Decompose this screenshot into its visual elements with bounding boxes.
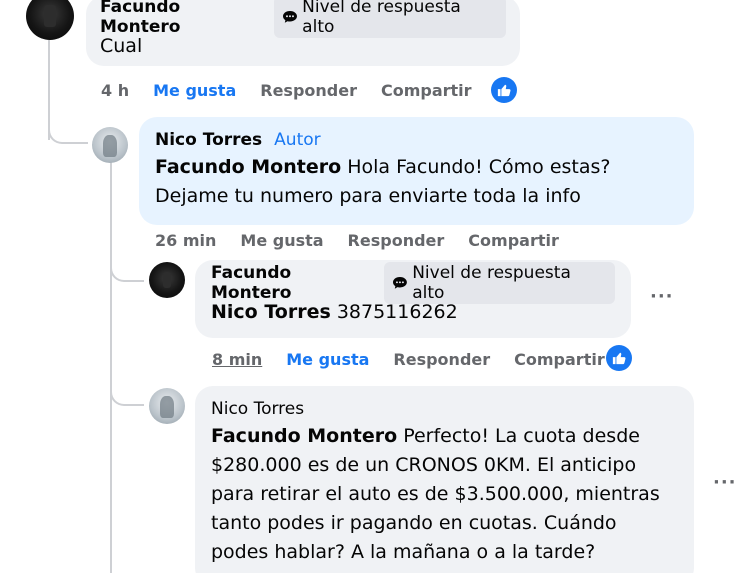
text-line: podes hablar? A la mañana o a la tarde?	[211, 541, 596, 563]
chat-bubble-icon	[393, 277, 408, 289]
comment-author[interactable]: Facundo Montero	[211, 263, 376, 303]
comment-author[interactable]: Nico Torres	[211, 399, 304, 419]
thread-curve-3	[110, 384, 144, 406]
comment-bubble-2: Nico Torres Autor Facundo Montero Hola F…	[139, 117, 694, 225]
like-button[interactable]: Me gusta	[240, 231, 323, 250]
thumbs-up-icon[interactable]	[606, 345, 632, 371]
avatar-nico[interactable]	[92, 127, 128, 163]
mention-link[interactable]: Facundo Montero	[211, 425, 397, 447]
text-line: para retirar el auto es de $3.500.000, m…	[211, 483, 660, 505]
response-badge: Nivel de respuesta alto	[274, 0, 506, 38]
thread-curve-2	[110, 260, 144, 282]
share-button[interactable]: Compartir	[381, 81, 472, 100]
reply-button[interactable]: Responder	[260, 81, 357, 100]
comment-text: Facundo Montero Hola Facundo! Cómo estas…	[155, 153, 678, 182]
comment-actions-2: 26 min Me gusta Responder Compartir	[155, 231, 583, 250]
like-button[interactable]: Me gusta	[286, 350, 369, 369]
chat-bubble-icon	[283, 11, 298, 23]
reply-button[interactable]: Responder	[348, 231, 445, 250]
comment-bubble-3: Facundo Montero Nivel de respuesta alto …	[195, 260, 631, 338]
text-line: Dejame tu numero para enviarte toda la i…	[155, 185, 581, 207]
author-tag: Autor	[274, 130, 321, 150]
thread-curve-1	[48, 118, 88, 144]
avatar-facundo[interactable]	[149, 262, 185, 298]
more-options-icon[interactable]: ···	[650, 286, 674, 307]
comment-time[interactable]: 26 min	[155, 231, 216, 250]
comment-text: Facundo Montero Perfecto! La cuota desde	[211, 422, 678, 451]
share-button[interactable]: Compartir	[468, 231, 559, 250]
comment-author[interactable]: Nico Torres	[155, 130, 262, 150]
avatar-facundo[interactable]	[26, 0, 74, 40]
comment-time[interactable]: 4 h	[101, 81, 129, 100]
comment-bubble-4: Nico Torres Facundo Montero Perfecto! La…	[195, 386, 694, 573]
text-line: tanto podes ir pagando en cuotas. Cuándo	[211, 512, 617, 534]
text-line: Hola Facundo! Cómo estas?	[347, 156, 611, 178]
badge-label: Nivel de respuesta alto	[302, 0, 461, 37]
thumbs-up-icon[interactable]	[491, 77, 517, 103]
text-line: 3875116262	[336, 301, 458, 323]
more-options-icon[interactable]: ···	[713, 472, 737, 493]
badge-label: Nivel de respuesta alto	[412, 263, 571, 303]
thread-line-nested	[110, 160, 112, 573]
comment-actions-1: 4 h Me gusta Responder Compartir	[101, 81, 496, 100]
reply-button[interactable]: Responder	[393, 350, 490, 369]
text-line: $280.000 es de un CRONOS 0KM. El anticip…	[211, 454, 637, 476]
mention-link[interactable]: Facundo Montero	[155, 156, 341, 178]
share-button[interactable]: Compartir	[514, 350, 605, 369]
like-button[interactable]: Me gusta	[153, 81, 236, 100]
comment-time[interactable]: 8 min	[212, 350, 262, 369]
comment-bubble-1: Facundo Montero Nivel de respuesta alto …	[86, 0, 520, 66]
comment-actions-3: 8 min Me gusta Responder Compartir	[212, 350, 629, 369]
avatar-nico[interactable]	[149, 388, 185, 424]
mention-link[interactable]: Nico Torres	[211, 301, 331, 323]
text-line: Perfecto! La cuota desde	[403, 425, 640, 447]
